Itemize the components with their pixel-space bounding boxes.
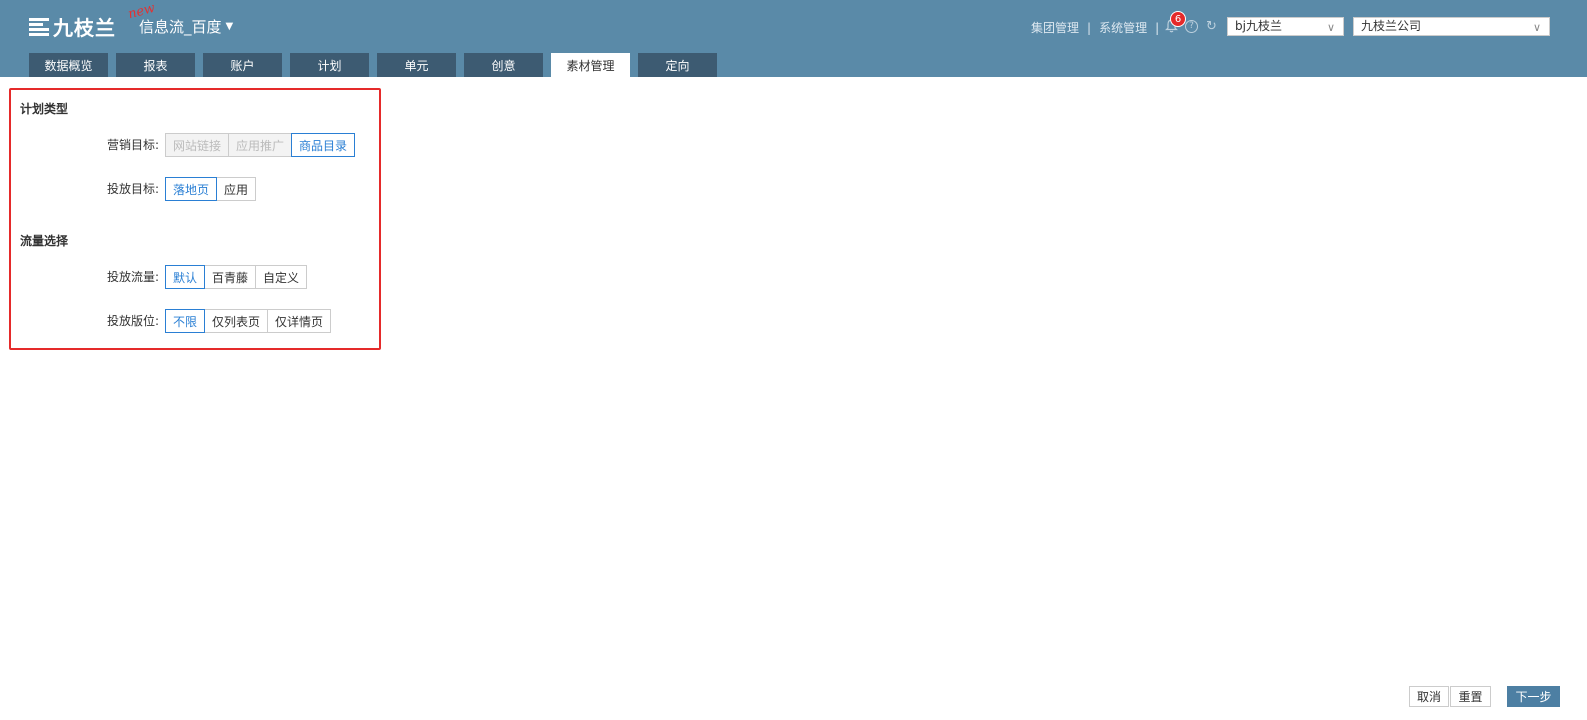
option-baiqingteng[interactable]: 百青藤 [204, 265, 257, 289]
logo-icon [29, 16, 49, 36]
option-unlimited[interactable]: 不限 [165, 309, 206, 333]
delivery-traffic-options: 默认 百青藤 自定义 [165, 265, 308, 289]
top-header: 九枝兰 new 信息流_百度 ▼ 集团管理 | 系统管理 | 6 ? ↻ bj九… [0, 0, 1587, 77]
help-icon[interactable]: ? [1185, 19, 1198, 33]
header-icons: 6 ? ↻ [1163, 11, 1225, 37]
refresh-icon[interactable]: ↻ [1205, 19, 1218, 34]
section-title-plan-type: 计划类型 [20, 102, 69, 116]
marketing-goal-label: 营销目标: [107, 138, 160, 152]
delivery-position-label: 投放版位: [107, 314, 160, 328]
chevron-down-icon: ∨ [1532, 21, 1541, 34]
delivery-traffic-label: 投放流量: [107, 270, 160, 284]
link-separator: | [1087, 20, 1092, 35]
tab-targeting[interactable]: 定向 [638, 53, 717, 77]
company-select[interactable]: 九枝兰公司 ∨ [1353, 17, 1550, 36]
option-app-promotion: 应用推广 [228, 133, 293, 157]
tab-unit[interactable]: 单元 [377, 53, 456, 77]
product-switcher[interactable]: 信息流_百度 ▼ [139, 16, 233, 37]
tab-creative[interactable]: 创意 [464, 53, 543, 77]
option-app[interactable]: 应用 [216, 177, 257, 201]
product-title: 信息流_百度 [139, 18, 222, 36]
top-links: 集团管理 | 系统管理 | [1031, 19, 1167, 36]
bell-icon[interactable]: 6 [1163, 11, 1186, 34]
reset-button[interactable]: 重置 [1450, 686, 1491, 707]
plan-settings-panel: 计划类型 营销目标: 网站链接 应用推广 商品目录 投放目标: 落地页 应用 流… [9, 88, 381, 350]
account-select-value: bj九枝兰 [1235, 19, 1282, 33]
option-custom[interactable]: 自定义 [255, 265, 308, 289]
option-product-catalog[interactable]: 商品目录 [291, 133, 356, 157]
delivery-goal-label: 投放目标: [107, 182, 160, 196]
tab-material-management[interactable]: 素材管理 [551, 53, 630, 77]
delivery-goal-options: 落地页 应用 [165, 177, 257, 201]
notification-count-badge: 6 [1170, 11, 1186, 27]
tab-data-overview[interactable]: 数据概览 [29, 53, 108, 77]
logo-text: 九枝兰 [53, 15, 116, 40]
delivery-position-options: 不限 仅列表页 仅详情页 [165, 309, 332, 333]
link-separator: | [1155, 20, 1160, 35]
tab-account[interactable]: 账户 [203, 53, 282, 77]
group-management-link[interactable]: 集团管理 [1031, 19, 1079, 36]
option-landing-page[interactable]: 落地页 [165, 177, 218, 201]
marketing-goal-options: 网站链接 应用推广 商品目录 [165, 133, 356, 157]
tab-plan[interactable]: 计划 [290, 53, 369, 77]
chevron-down-icon: ∨ [1326, 21, 1335, 34]
next-step-button[interactable]: 下一步 [1507, 686, 1560, 707]
section-title-traffic: 流量选择 [20, 234, 69, 248]
system-management-link[interactable]: 系统管理 [1099, 19, 1147, 36]
account-select[interactable]: bj九枝兰 ∨ [1227, 17, 1344, 36]
company-select-value: 九枝兰公司 [1361, 19, 1422, 33]
logo[interactable]: 九枝兰 [29, 15, 116, 40]
option-default[interactable]: 默认 [165, 265, 206, 289]
option-website-link: 网站链接 [165, 133, 230, 157]
option-list-page-only[interactable]: 仅列表页 [204, 309, 269, 333]
cancel-button[interactable]: 取消 [1409, 686, 1449, 707]
main-tabs: 数据概览 报表 账户 计划 单元 创意 素材管理 定向 [29, 53, 725, 77]
tab-reports[interactable]: 报表 [116, 53, 195, 77]
chevron-down-icon: ▼ [225, 21, 234, 32]
option-detail-page-only[interactable]: 仅详情页 [267, 309, 332, 333]
